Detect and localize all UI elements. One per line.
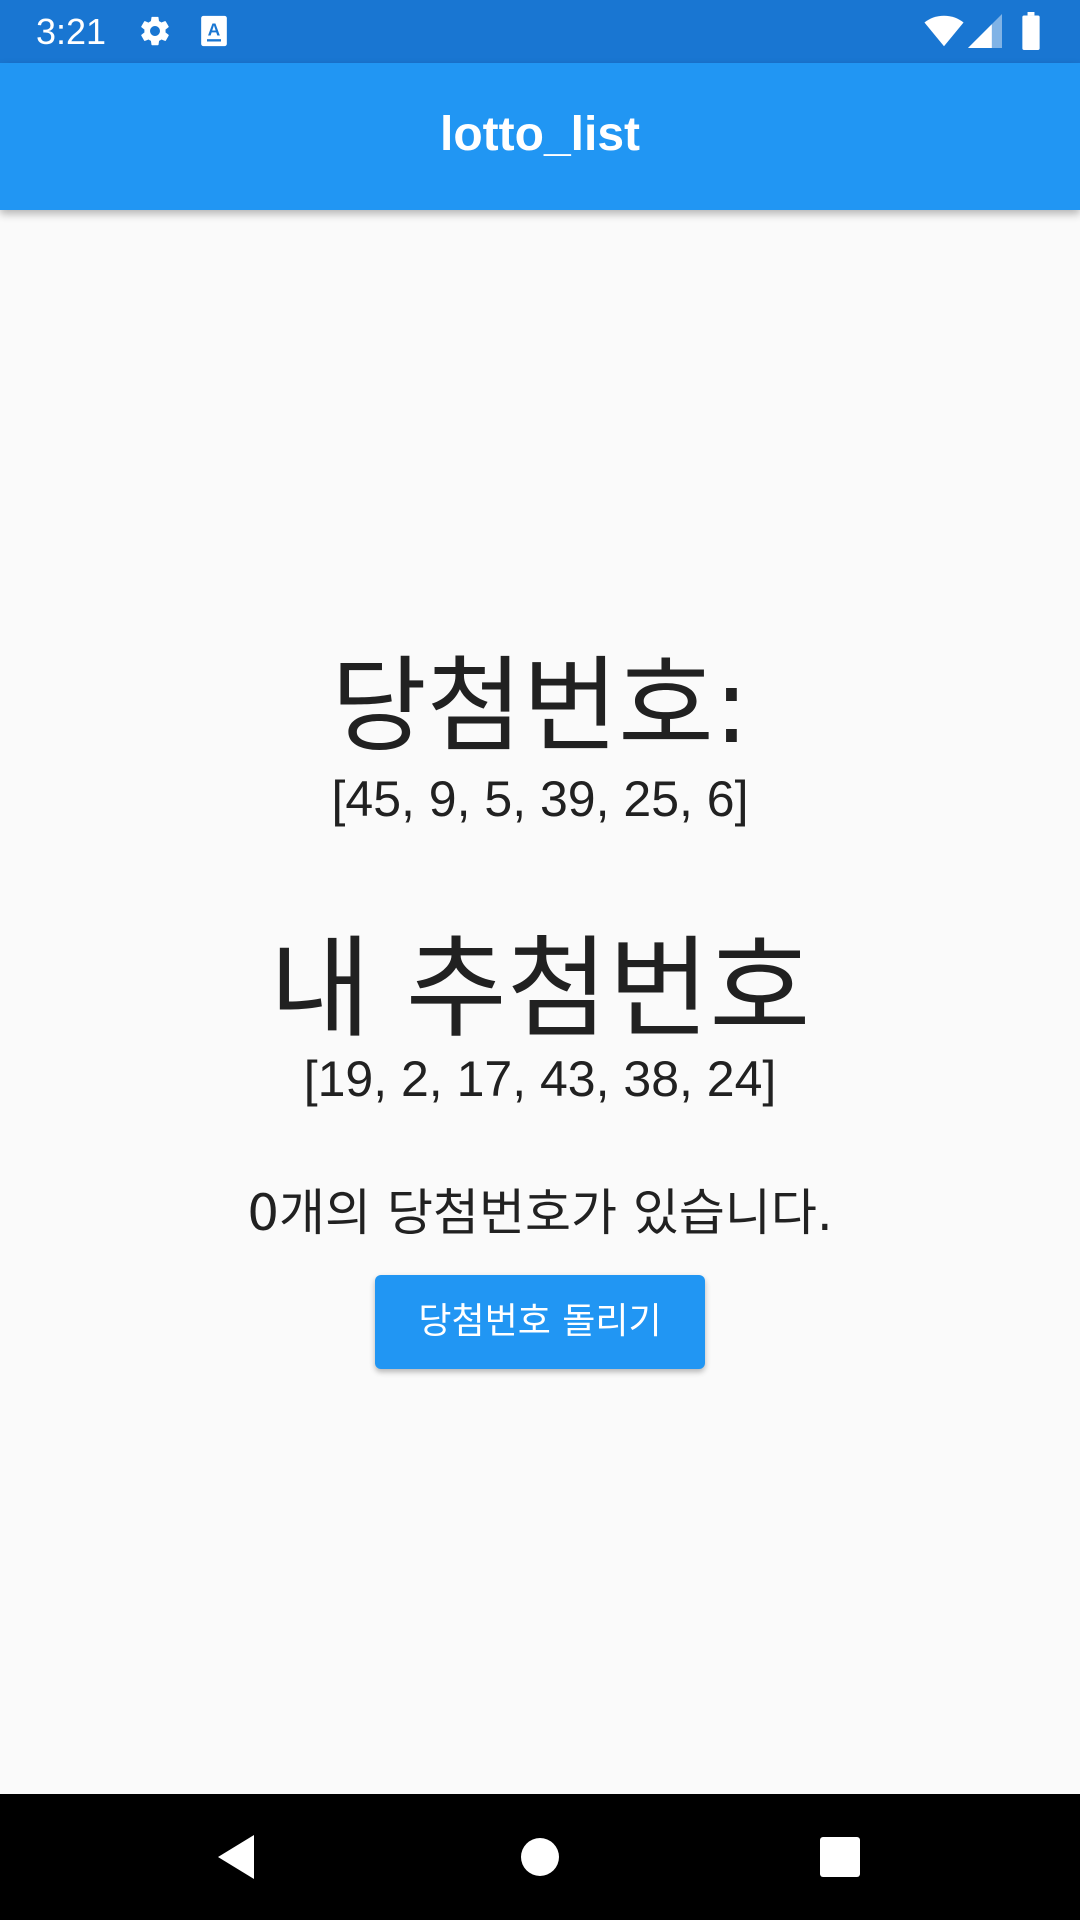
screen: 3:21 A lotto_list 당첨번호: [45, 9, 5, 39, 2… [0,0,1080,1920]
back-icon[interactable] [214,1832,264,1882]
signal-icon [968,14,1002,48]
svg-text:A: A [208,20,221,40]
app-bar: lotto_list [0,63,1080,210]
nav-bar [0,1794,1080,1920]
winning-numbers-heading: 당첨번호: [331,645,749,767]
status-time: 3:21 [36,11,107,52]
match-count-text: 0개의 당첨번호가 있습니다. [247,1184,833,1242]
status-bar: 3:21 A [0,0,1080,63]
a-notification-icon: A [201,15,227,47]
winning-numbers-list: [45, 9, 5, 39, 25, 6] [331,771,749,827]
app-title: lotto_list [440,108,640,161]
main-content: 당첨번호: [45, 9, 5, 39, 25, 6] 내 추첨번호 [19, … [0,210,1080,1794]
battery-icon [1022,12,1040,50]
my-numbers-list: [19, 2, 17, 43, 38, 24] [303,1051,777,1107]
home-icon[interactable] [515,1832,565,1882]
wifi-icon [924,15,964,47]
my-numbers-heading: 내 추첨번호 [269,925,811,1053]
gear-icon [141,16,169,46]
draw-numbers-button[interactable]: 당첨번호 돌리기 [375,1275,705,1369]
recents-icon[interactable] [815,1832,865,1882]
